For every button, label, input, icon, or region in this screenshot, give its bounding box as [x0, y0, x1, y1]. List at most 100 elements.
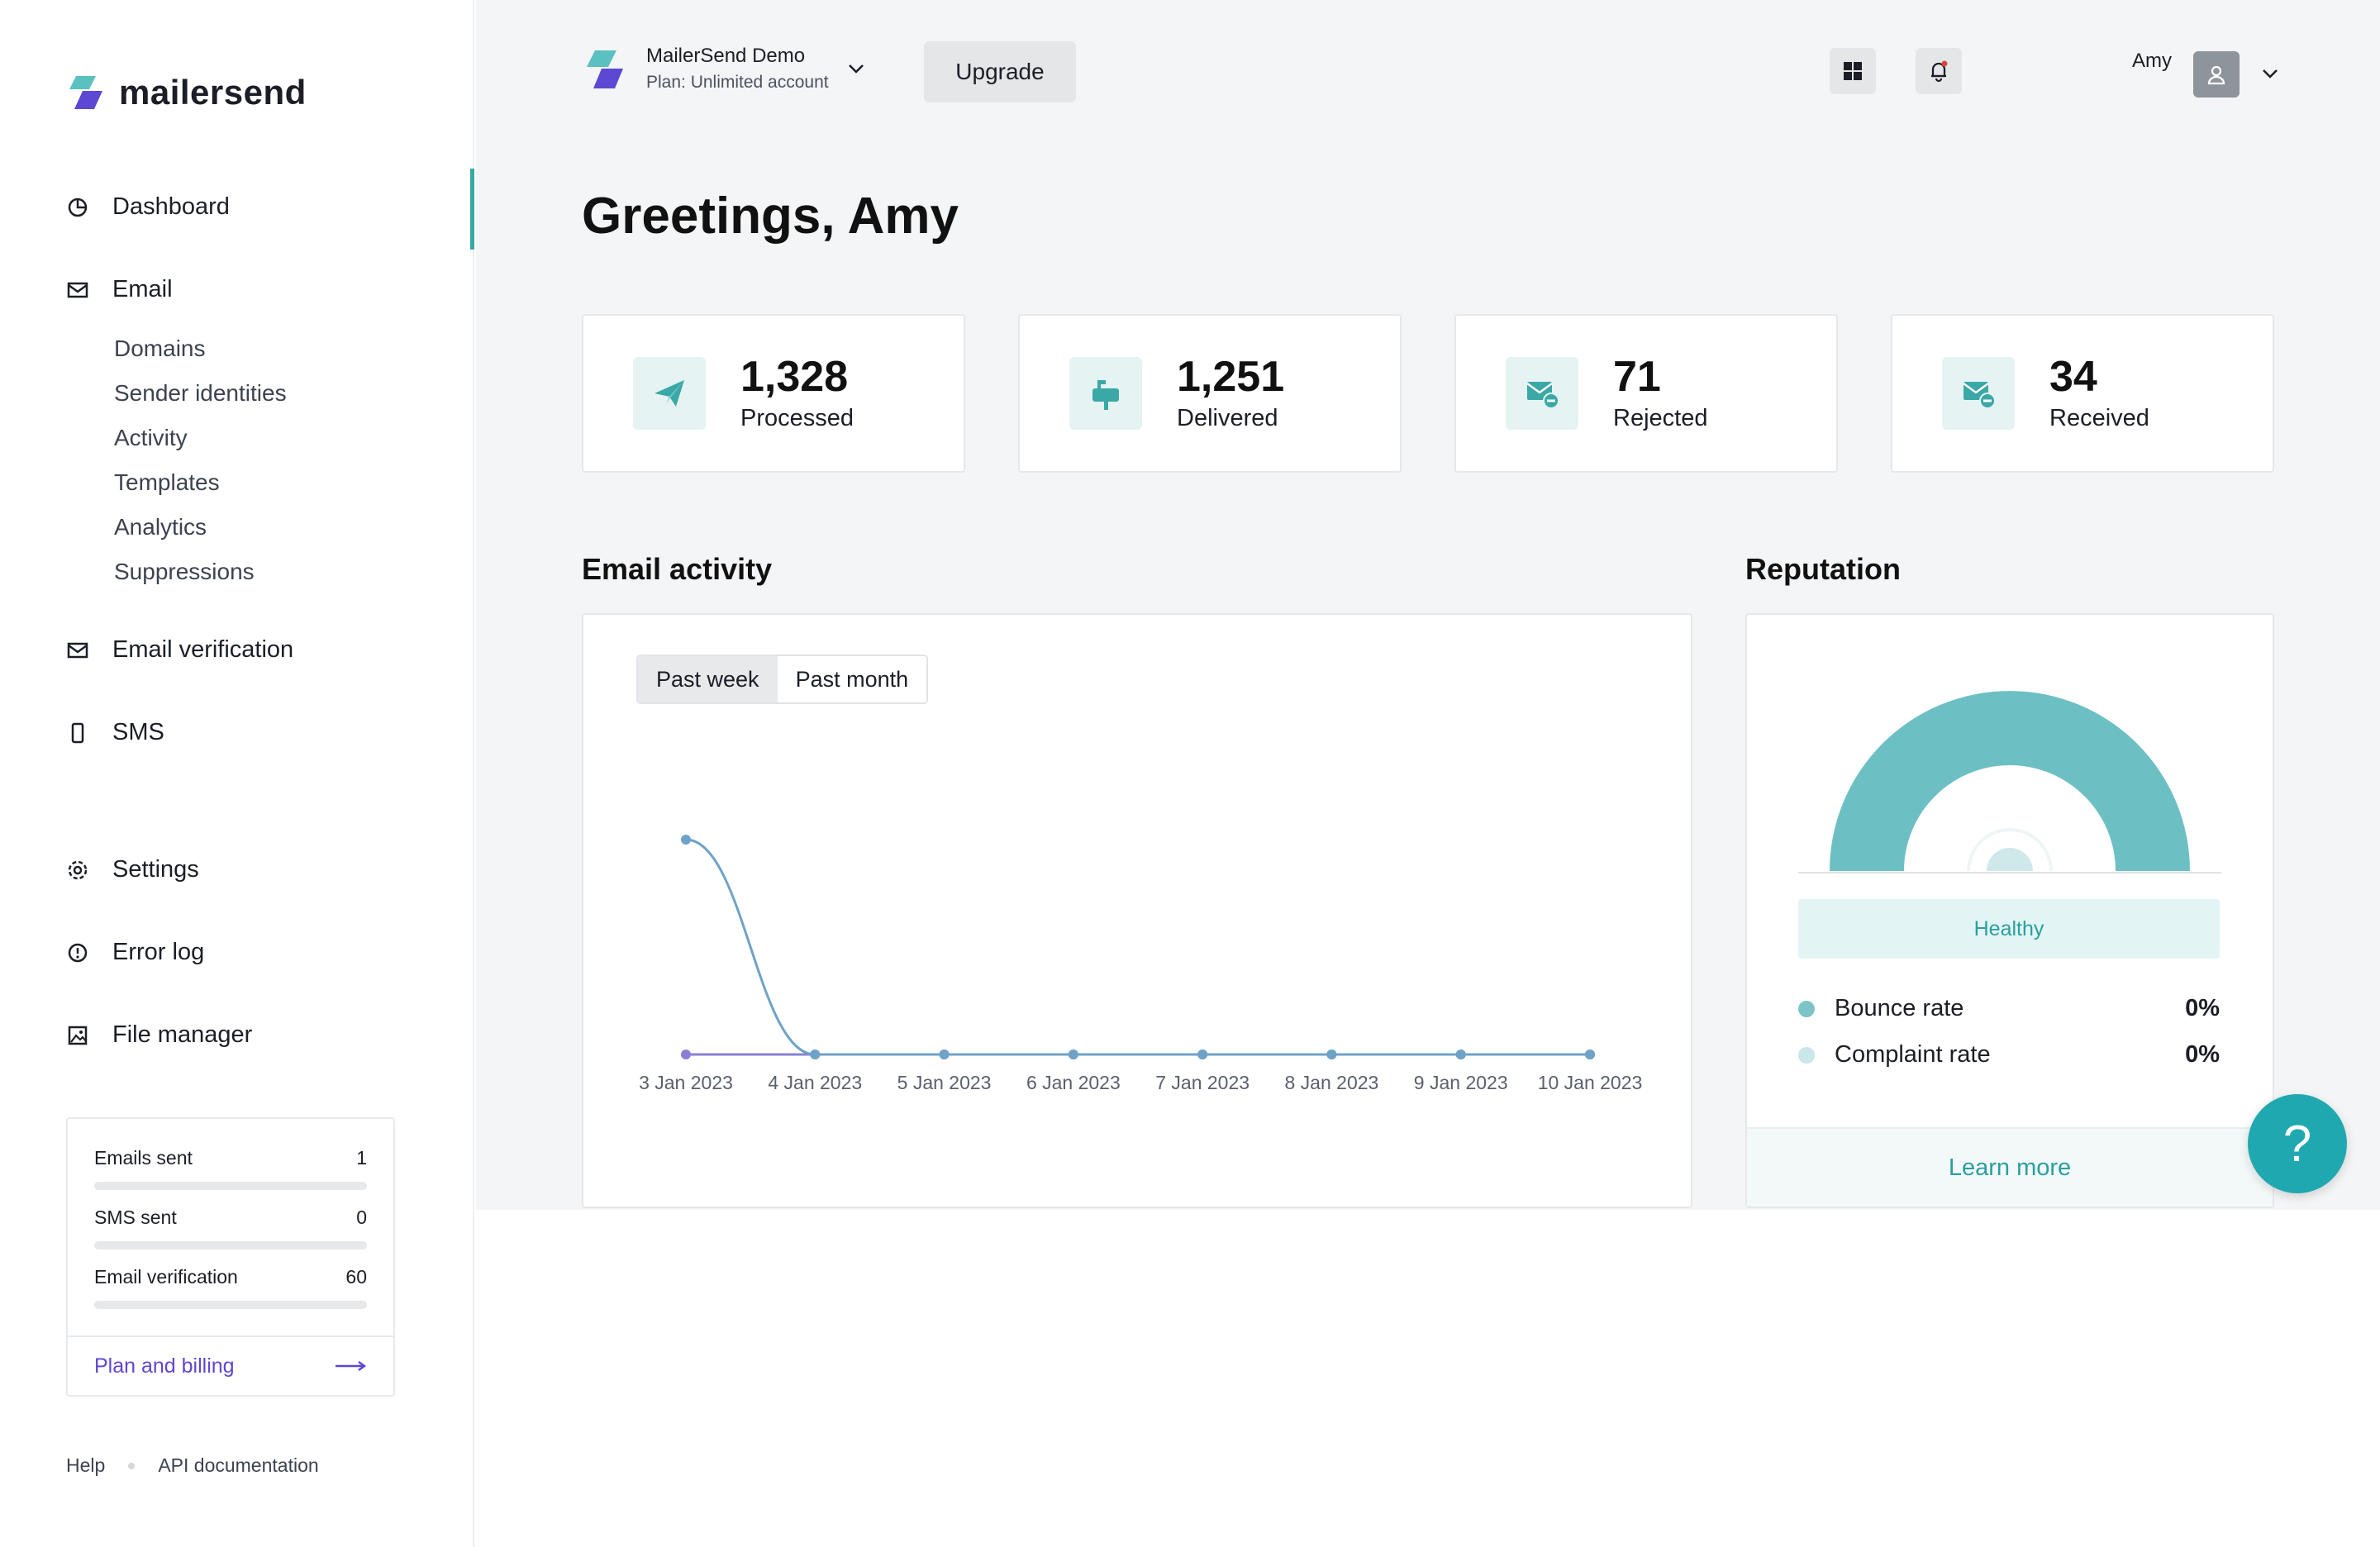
- notifications-button[interactable]: [1916, 48, 1962, 94]
- complaint-rate-dot: [1798, 1046, 1815, 1064]
- x-tick-label: 10 Jan 2023: [1538, 1072, 1643, 1093]
- mail-minus-icon: [1506, 357, 1578, 430]
- sidebar-item-email-verification[interactable]: Email verification: [66, 636, 293, 664]
- gauge-needle-base: [1987, 848, 2033, 871]
- reputation-gauge: [1798, 691, 2221, 873]
- usage-row-emails-sent: Emails sent 1: [94, 1147, 367, 1169]
- stat-value: 34: [2049, 353, 2097, 401]
- stat-card-processed[interactable]: 1,328 Processed: [582, 314, 965, 473]
- sidebar-subitem-suppressions[interactable]: Suppressions: [114, 559, 255, 585]
- stat-value: 1,328: [740, 353, 849, 401]
- gauge-arc: [1830, 691, 2190, 871]
- bounce-rate-row: Bounce rate 0%: [1798, 995, 2220, 1022]
- sidebar-item-file-manager[interactable]: File manager: [66, 1021, 252, 1049]
- main-content: MailerSend Demo Plan: Unlimited account …: [476, 0, 2380, 1210]
- stat-label: Received: [2049, 405, 2149, 431]
- upgrade-button[interactable]: Upgrade: [924, 41, 1076, 102]
- plan-billing-label: Plan and billing: [94, 1354, 235, 1378]
- reputation-title: Reputation: [1745, 552, 1901, 586]
- link-separator: [128, 1462, 136, 1469]
- inbox-icon: [66, 278, 89, 302]
- rate-value: 0%: [2185, 1041, 2220, 1068]
- pie-chart-icon: [66, 196, 89, 219]
- help-chat-button[interactable]: ?: [2248, 1094, 2347, 1193]
- x-tick-label: 4 Jan 2023: [768, 1072, 862, 1093]
- usage-label: Email verification: [94, 1266, 238, 1288]
- usage-bar-emails-sent: [94, 1182, 367, 1190]
- email-activity-chart: 3 Jan 2023 4 Jan 2023 5 Jan 2023 6 Jan 2023…: [639, 835, 1643, 1093]
- gear-icon: [66, 859, 89, 882]
- workspace-name: MailerSend Demo: [646, 45, 806, 67]
- sidebar-subitem-analytics[interactable]: Analytics: [114, 514, 207, 540]
- page-title: Greetings, Amy: [582, 187, 959, 245]
- sidebar-item-email[interactable]: Email: [66, 276, 173, 303]
- usage-row-sms-sent: SMS sent 0: [94, 1207, 367, 1229]
- help-link[interactable]: Help: [66, 1454, 105, 1477]
- x-tick-label: 7 Jan 2023: [1155, 1072, 1250, 1093]
- usage-bar-sms-sent: [94, 1241, 367, 1250]
- stat-card-rejected[interactable]: 71 Rejected: [1454, 314, 1838, 473]
- stat-card-received[interactable]: 34 Received: [1891, 314, 2274, 473]
- chevron-down-icon: [848, 64, 864, 74]
- mailbox-icon: [1069, 357, 1142, 430]
- usage-value: 1: [356, 1147, 367, 1169]
- usage-value: 60: [345, 1266, 367, 1288]
- chart-point-0-3[interactable]: [1068, 1050, 1078, 1059]
- chart-point-0-4[interactable]: [1197, 1050, 1208, 1059]
- user-menu-chevron-icon[interactable]: [2261, 68, 2279, 79]
- workspace-logo-icon: [587, 50, 623, 88]
- sidebar: mailersend Dashboard Email Domains Sende…: [0, 0, 474, 1547]
- chart-point-0-5[interactable]: [1326, 1050, 1337, 1059]
- sidebar-item-settings[interactable]: Settings: [66, 856, 199, 883]
- paper-plane-icon: [633, 357, 706, 430]
- chart-point-0-2[interactable]: [939, 1050, 950, 1059]
- sidebar-item-sms[interactable]: SMS: [66, 719, 164, 746]
- chart-point-0-7[interactable]: [1585, 1050, 1595, 1059]
- usage-card: Emails sent 1 SMS sent 0 Email verificat…: [66, 1117, 395, 1397]
- chart-point-0-6[interactable]: [1455, 1050, 1466, 1059]
- x-tick-label: 6 Jan 2023: [1026, 1072, 1121, 1093]
- arrow-right-icon: [336, 1360, 367, 1372]
- sidebar-subitem-sender-identities[interactable]: Sender identities: [114, 380, 287, 407]
- brand-logo[interactable]: mailersend: [64, 71, 307, 114]
- stat-card-delivered[interactable]: 1,251 Delivered: [1018, 314, 1402, 473]
- workspace-info: MailerSend Demo Plan: Unlimited account: [646, 45, 829, 93]
- usage-bar-email-verification: [94, 1301, 367, 1309]
- sidebar-subitem-activity[interactable]: Activity: [114, 425, 188, 451]
- avatar[interactable]: [2193, 51, 2240, 98]
- sidebar-item-label: Email verification: [112, 636, 294, 663]
- user-name[interactable]: Amy: [2132, 50, 2172, 73]
- chart-point-1-0[interactable]: [681, 1050, 691, 1059]
- chart-point-0-1[interactable]: [810, 1050, 821, 1059]
- phone-icon: [66, 721, 89, 745]
- alert-circle-icon: [66, 941, 89, 964]
- user-icon: [2207, 65, 2225, 85]
- sidebar-item-label: SMS: [112, 719, 164, 745]
- chart-series-line-0: [685, 838, 1590, 1056]
- sidebar-item-label: Error log: [112, 939, 205, 965]
- plan-billing-link[interactable]: Plan and billing: [68, 1335, 393, 1395]
- complaint-rate-row: Complaint rate 0%: [1798, 1041, 2220, 1069]
- learn-more-link[interactable]: Learn more: [1747, 1127, 2273, 1207]
- reputation-card: Healthy Bounce rate 0% Complaint rate 0%…: [1745, 613, 2274, 1208]
- sidebar-item-label: Email: [112, 276, 173, 302]
- usage-value: 0: [356, 1207, 367, 1228]
- workspace-plan: Plan: Unlimited account: [646, 73, 829, 92]
- email-activity-title: Email activity: [582, 552, 773, 586]
- apps-grid-button[interactable]: [1830, 48, 1876, 94]
- grid-icon: [1844, 62, 1862, 80]
- sidebar-subitem-domains[interactable]: Domains: [114, 336, 205, 362]
- sidebar-item-error-log[interactable]: Error log: [66, 939, 204, 966]
- rate-label: Bounce rate: [1835, 995, 1964, 1021]
- reputation-status-badge: Healthy: [1798, 899, 2220, 959]
- sidebar-subitem-templates[interactable]: Templates: [114, 469, 220, 496]
- rate-value: 0%: [2185, 995, 2220, 1021]
- workspace-switcher[interactable]: MailerSend Demo Plan: Unlimited account: [582, 45, 865, 93]
- sidebar-item-label: File manager: [112, 1021, 253, 1048]
- api-documentation-link[interactable]: API documentation: [158, 1454, 318, 1477]
- image-icon: [66, 1024, 89, 1047]
- sidebar-item-dashboard[interactable]: Dashboard: [66, 193, 230, 221]
- chart-point-0-0[interactable]: [681, 835, 691, 845]
- mailersend-logo-icon: [69, 76, 102, 109]
- usage-label: Emails sent: [94, 1147, 193, 1169]
